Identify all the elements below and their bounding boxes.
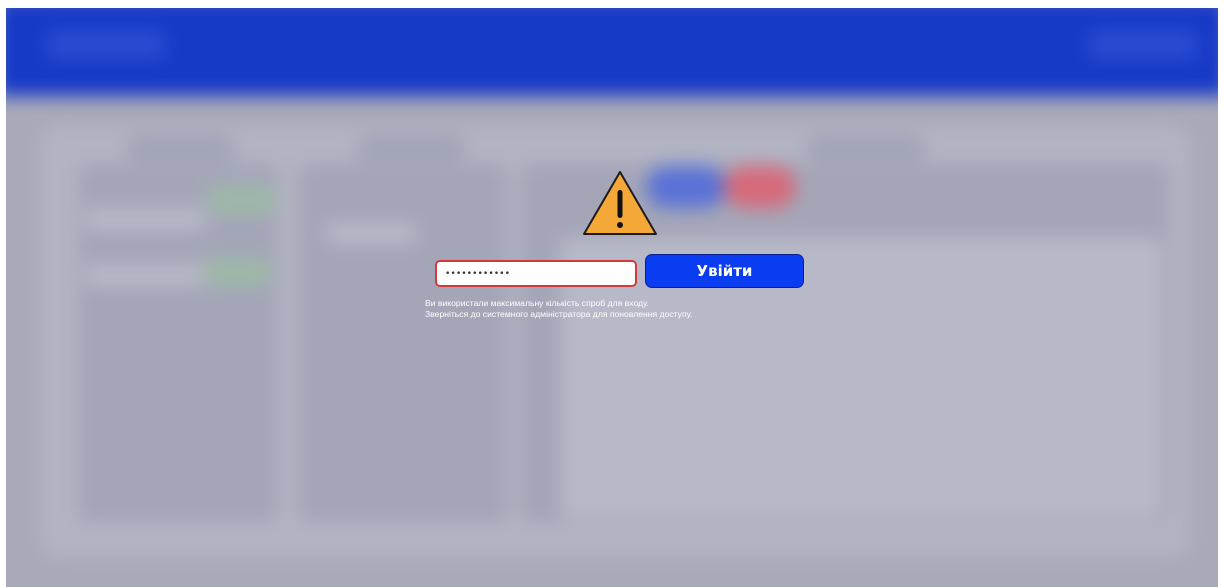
background-header-menu	[1088, 30, 1198, 60]
login-button[interactable]: Увійти	[645, 254, 804, 288]
background-status	[202, 258, 272, 286]
background-tab	[356, 136, 466, 160]
error-message-line: Ви використали максимальну кількість спр…	[425, 298, 649, 308]
background-row	[86, 264, 206, 286]
error-message-line: Зверніться до системного адміністратора …	[425, 309, 693, 319]
background-red-button	[724, 166, 796, 208]
error-message: Ви використали максимальну кількість спр…	[425, 298, 845, 320]
background-tab	[806, 136, 926, 160]
background-status	[206, 186, 276, 214]
background-column	[298, 163, 508, 523]
password-field[interactable]	[435, 260, 637, 287]
warning-triangle-icon	[583, 171, 657, 235]
screen: Увійти Ви використали максимальну кількі…	[6, 8, 1218, 587]
background-row	[86, 208, 206, 230]
background-tab	[126, 136, 236, 160]
background-header-logo	[46, 30, 166, 60]
background-header	[6, 8, 1218, 96]
background-row	[326, 223, 416, 243]
